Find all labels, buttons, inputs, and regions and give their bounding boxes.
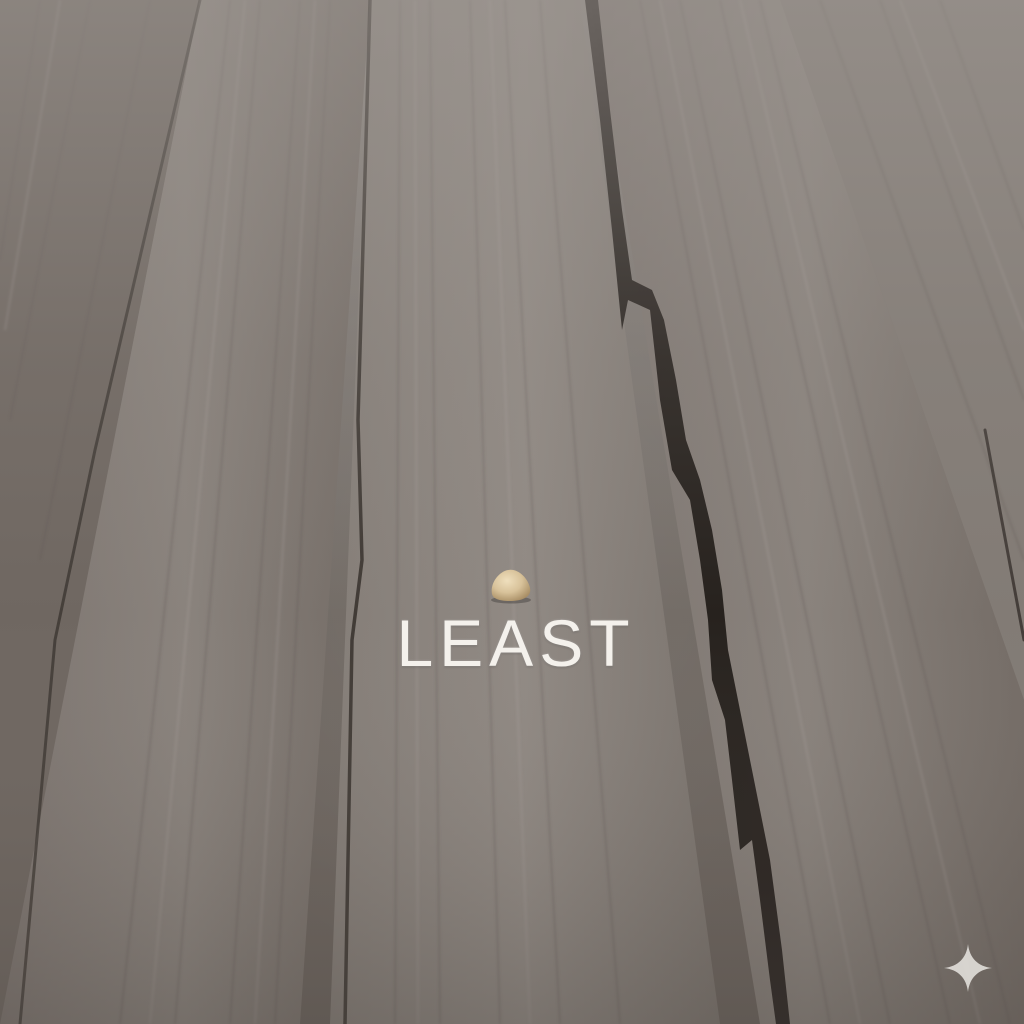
sparkle-icon: [944, 944, 992, 992]
pebble-object: [491, 569, 531, 604]
weathered-wood-surface: [0, 0, 1024, 1024]
overlay-text: LEAST: [396, 606, 636, 680]
wood-plank-scene: LEAST: [0, 0, 1024, 1024]
